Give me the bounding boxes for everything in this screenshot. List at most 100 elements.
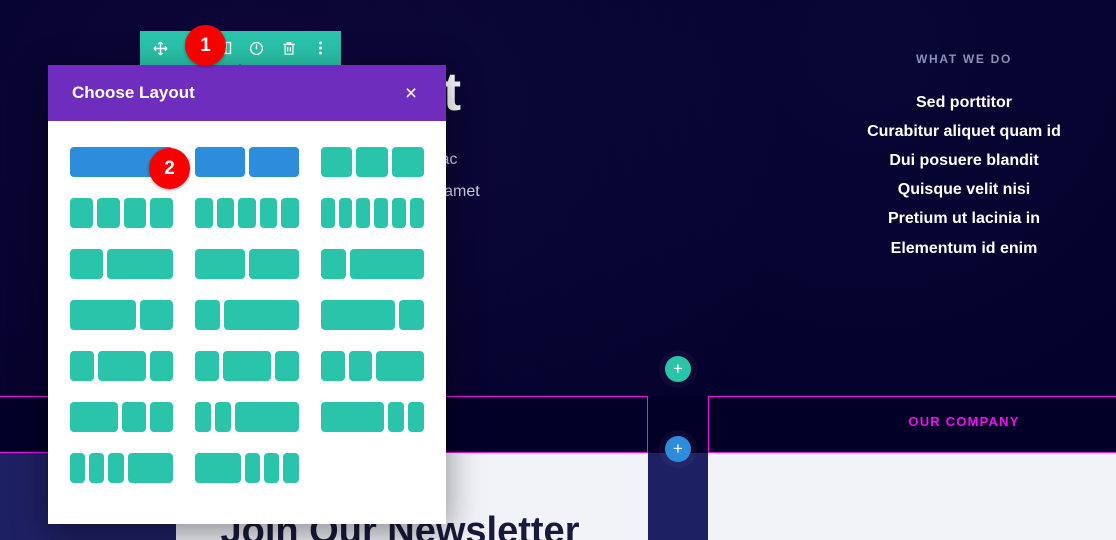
layout-option-1-5-1-5-3-5[interactable]	[195, 402, 299, 432]
layout-option-1-4-3-4[interactable]	[320, 249, 425, 279]
layout-option-1-2-1-4-1-4[interactable]	[70, 402, 174, 432]
step-badge-2: 2	[149, 148, 190, 189]
layout-option-1-2-1-2[interactable]	[195, 249, 299, 279]
trash-icon[interactable]	[278, 37, 300, 59]
layout-column	[224, 300, 299, 330]
layout-option-2-col[interactable]	[195, 147, 299, 177]
layout-column	[195, 351, 220, 381]
layout-options-grid	[70, 147, 425, 483]
close-icon[interactable]: ×	[400, 82, 422, 104]
layout-column	[238, 198, 256, 228]
layout-option-1-4-1-2-1-4[interactable]	[70, 351, 174, 381]
layout-column	[320, 351, 345, 381]
layout-column	[195, 147, 245, 177]
layout-column	[320, 198, 335, 228]
layout-column	[356, 198, 371, 228]
layout-column	[70, 351, 94, 381]
list-item: Dui posuere blandit	[889, 152, 1039, 170]
layout-column	[70, 249, 104, 279]
layout-column	[195, 198, 213, 228]
layout-option-1-5-3-5-1-5[interactable]	[195, 351, 299, 381]
layout-column	[195, 402, 212, 432]
layout-column	[245, 453, 261, 483]
power-toggle-icon[interactable]	[246, 37, 268, 59]
choose-layout-modal: Choose Layout ×	[48, 65, 446, 524]
layout-column	[392, 198, 407, 228]
layout-option-3-col[interactable]	[320, 147, 424, 177]
layout-option-1-3-2-3[interactable]	[70, 249, 174, 279]
move-icon[interactable]	[149, 37, 171, 59]
layout-column	[392, 147, 424, 177]
layout-column	[70, 402, 118, 432]
layout-column	[215, 402, 232, 432]
layout-column	[89, 453, 105, 483]
layout-column	[320, 300, 396, 330]
screenshot-stage: Project tempus convallis quis ac Curabit…	[0, 0, 1116, 540]
layout-option-6-col[interactable]	[320, 198, 424, 228]
layout-option-2-3-1-3[interactable]	[70, 300, 174, 330]
layout-column	[399, 300, 425, 330]
row-toolbar	[140, 31, 341, 65]
layout-column	[320, 147, 353, 177]
layout-column	[338, 198, 353, 228]
layout-column	[408, 402, 424, 432]
layout-column	[195, 300, 221, 330]
step-badge-1: 1	[185, 25, 226, 66]
layout-column	[195, 453, 241, 483]
list-item: Quisque velit nisi	[897, 181, 1031, 199]
our-company-heading: OUR COMPANY	[908, 414, 1020, 429]
layout-option-1-4-1-4-1-2[interactable]	[320, 351, 425, 381]
layout-option-2-5-1-5-1-5-1-5[interactable]	[195, 453, 299, 483]
layout-column	[123, 198, 147, 228]
layout-column	[108, 453, 124, 483]
layout-column	[149, 402, 174, 432]
layout-column	[70, 300, 137, 330]
what-we-do-list: Sed porttitor Curabitur aliquet quam id …	[836, 88, 1092, 263]
layout-column	[149, 351, 174, 381]
layout-column	[121, 402, 146, 432]
layout-column	[216, 198, 235, 228]
layout-column	[70, 453, 86, 483]
layout-column	[356, 147, 389, 177]
list-item: Elementum id enim	[890, 239, 1038, 257]
more-options-icon[interactable]	[310, 37, 332, 59]
layout-column	[249, 249, 299, 279]
layout-column	[376, 351, 425, 381]
layout-option-1-4-3-4-b[interactable]	[195, 300, 299, 330]
layout-column	[320, 249, 346, 279]
layout-option-5-col[interactable]	[195, 198, 299, 228]
list-item: Sed porttitor	[916, 94, 1012, 111]
layout-column	[274, 351, 299, 381]
layout-option-4-col[interactable]	[70, 198, 174, 228]
layout-option-3-4-1-4[interactable]	[320, 300, 425, 330]
modal-header: Choose Layout ×	[48, 65, 446, 121]
add-module-button[interactable]: +	[665, 436, 691, 462]
layout-column	[281, 198, 299, 228]
layout-column	[107, 249, 174, 279]
layout-column	[150, 198, 174, 228]
layout-column	[140, 300, 174, 330]
layout-column	[259, 198, 278, 228]
plus-icon: +	[673, 358, 683, 378]
plus-icon: +	[673, 438, 683, 458]
layout-column	[96, 198, 120, 228]
layout-option-1-5-1-5-1-5-2-5[interactable]	[70, 453, 174, 483]
layout-column	[223, 351, 271, 381]
layout-column	[70, 198, 93, 228]
modal-body	[48, 121, 446, 483]
layout-column	[320, 402, 385, 432]
list-item: Curabitur aliquet quam id	[867, 123, 1061, 141]
layout-column	[235, 402, 299, 432]
layout-column	[410, 198, 424, 228]
what-we-do-section: WHAT WE DO Sed porttitor Curabitur aliqu…	[836, 52, 1092, 263]
list-item: Pretium ut lacinia in	[887, 210, 1041, 228]
layout-column	[264, 453, 280, 483]
add-row-button[interactable]: +	[665, 356, 691, 382]
layout-column	[388, 402, 405, 432]
layout-column	[195, 249, 245, 279]
layout-option-1-2-1-4-1-4-b[interactable]	[320, 402, 424, 432]
layout-column	[348, 351, 373, 381]
modal-title: Choose Layout	[72, 83, 195, 102]
layout-column	[249, 147, 299, 177]
layout-column	[127, 453, 174, 483]
